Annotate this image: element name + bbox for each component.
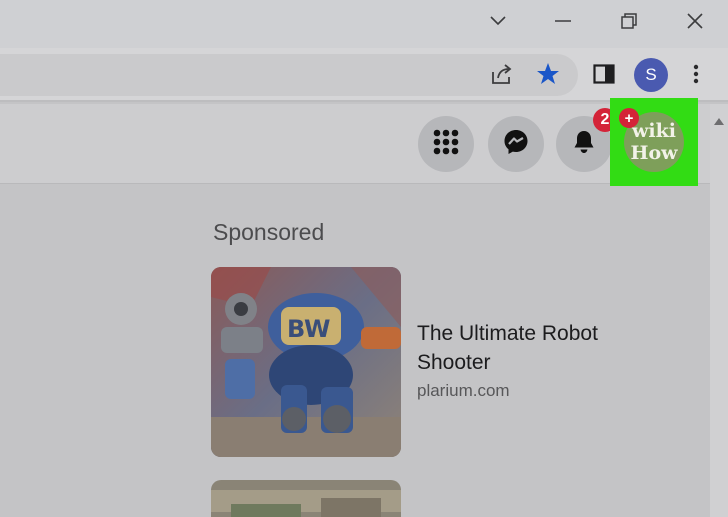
share-button[interactable] — [488, 62, 516, 90]
second-ad-image[interactable] — [211, 480, 401, 517]
minimize-icon — [555, 19, 571, 23]
scroll-up-arrow-icon[interactable] — [714, 112, 724, 130]
more-vert-icon — [693, 64, 699, 89]
svg-text:BW: BW — [287, 315, 330, 343]
sponsored-heading: Sponsored — [213, 219, 325, 245]
profile-text-line1: wiki — [632, 120, 676, 142]
restore-icon — [621, 13, 637, 29]
tab-search-button[interactable] — [465, 0, 531, 42]
menu-grid-icon — [433, 129, 459, 160]
ad-image[interactable]: BW — [211, 267, 401, 457]
side-panel-icon — [593, 63, 615, 89]
facebook-header: 2 — [0, 104, 710, 184]
profile-button[interactable]: S — [634, 58, 668, 92]
plus-badge: + — [619, 108, 639, 128]
ad-domain: plarium.com — [417, 381, 510, 400]
chevron-down-icon — [490, 16, 506, 26]
messenger-button[interactable] — [488, 116, 544, 172]
menu-button[interactable] — [418, 116, 474, 172]
ad-title[interactable]: The Ultimate Robot Shooter — [417, 319, 647, 377]
more-menu-button[interactable] — [684, 62, 708, 90]
sponsored-ad[interactable]: BW The Ultimate Robot Shooter plarium.co… — [211, 267, 671, 459]
notifications-bell-icon — [573, 130, 595, 159]
profile-text-line2: How — [630, 142, 678, 164]
page-scrollbar[interactable] — [710, 104, 728, 517]
bookmark-star-icon — [536, 62, 560, 91]
close-icon — [687, 13, 703, 29]
restore-button[interactable] — [596, 0, 662, 42]
profile-highlight: wiki How + — [610, 98, 698, 186]
browser-toolbar: S — [0, 48, 728, 102]
bookmark-button[interactable] — [533, 61, 563, 91]
messenger-icon — [503, 129, 529, 160]
close-button[interactable] — [662, 0, 728, 42]
minimize-button[interactable] — [530, 0, 596, 42]
window-titlebar — [0, 0, 728, 48]
side-panel-button[interactable] — [590, 62, 618, 90]
share-icon — [490, 63, 514, 90]
avatar: S — [634, 58, 668, 92]
